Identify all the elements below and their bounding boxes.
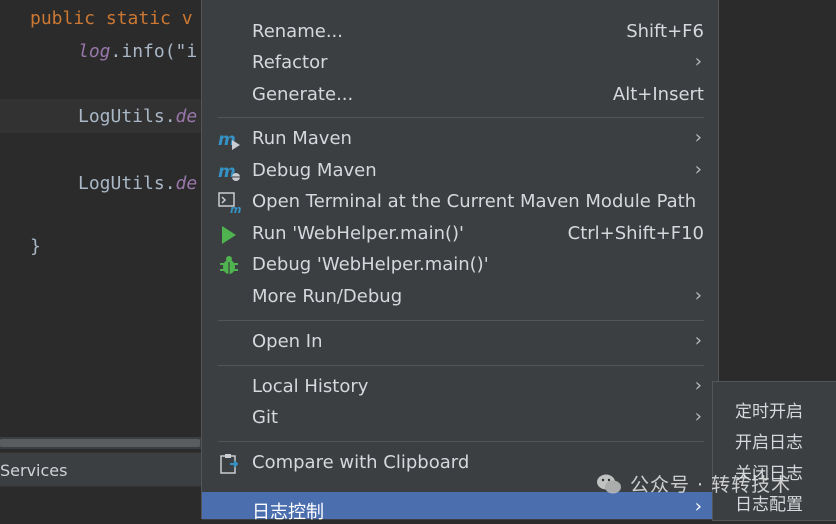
chevron-right-icon: › — [694, 285, 702, 306]
context-menu: Rename... Shift+F6 Refactor › Generate..… — [201, 0, 719, 523]
chevron-right-icon: › — [694, 496, 702, 517]
menu-label: 日志控制 — [252, 502, 324, 523]
maven-debug-icon: m — [218, 161, 242, 183]
run-icon — [218, 224, 242, 246]
menu-item-run-main[interactable]: Run 'WebHelper.main()' Ctrl+Shift+F10 — [202, 219, 718, 250]
code-line-1: public static v — [30, 8, 193, 29]
menu-label: Debug 'WebHelper.main()' — [252, 254, 489, 275]
menu-separator — [218, 441, 704, 442]
menu-label: Rename... — [252, 21, 343, 42]
menu-shortcut: Shift+F6 — [626, 21, 704, 42]
menu-item-refactor[interactable]: Refactor › — [202, 48, 718, 79]
menu-label: Local History — [252, 376, 369, 397]
menu-label: Refactor — [252, 52, 328, 73]
menu-shortcut: Ctrl+Shift+F10 — [567, 223, 704, 244]
maven-run-icon: m — [218, 129, 242, 151]
menu-label: Run Maven — [252, 128, 352, 149]
menu-item-open-terminal-maven[interactable]: m Open Terminal at the Current Maven Mod… — [202, 187, 718, 218]
menu-item-debug-maven[interactable]: m Debug Maven › — [202, 156, 718, 187]
menu-label: Open Terminal at the Current Maven Modul… — [252, 191, 697, 212]
menu-label: Open In — [252, 331, 323, 352]
services-panel-body — [0, 486, 202, 520]
menu-item-more-run-debug[interactable]: More Run/Debug › — [202, 282, 718, 313]
menu-separator — [218, 365, 704, 366]
menu-separator — [218, 320, 704, 321]
submenu-item-scheduled-enable[interactable]: 定时开启 — [735, 397, 803, 422]
code-line-2: log.info("i — [78, 41, 198, 62]
menu-separator — [218, 117, 704, 118]
wechat-icon — [597, 474, 621, 493]
submenu-item-enable-log[interactable]: 开启日志 — [735, 428, 803, 453]
menu-label: Run 'WebHelper.main()' — [252, 223, 464, 244]
svg-text:m: m — [230, 203, 241, 214]
menu-item-generate[interactable]: Generate... Alt+Insert — [202, 80, 718, 111]
wechat-watermark: 公众号 · 转转技术 — [596, 470, 791, 497]
menu-item-rename[interactable]: Rename... Shift+F6 — [202, 17, 718, 48]
chevron-right-icon: › — [694, 406, 702, 427]
chevron-right-icon: › — [694, 127, 702, 148]
menu-item-git[interactable]: Git › — [202, 403, 718, 434]
chevron-right-icon: › — [694, 159, 702, 180]
menu-label: More Run/Debug — [252, 286, 403, 307]
menu-item-run-maven[interactable]: m Run Maven › — [202, 124, 718, 155]
chevron-right-icon: › — [694, 375, 702, 396]
menu-label: Generate... — [252, 84, 354, 105]
menu-item-local-history[interactable]: Local History › — [202, 372, 718, 403]
terminal-maven-icon: m — [218, 192, 242, 216]
menu-item-debug-main[interactable]: Debug 'WebHelper.main()' — [202, 250, 718, 281]
menu-label: Compare with Clipboard — [252, 452, 470, 473]
code-line-3: LogUtils.de — [78, 106, 198, 127]
menu-shortcut: Alt+Insert — [612, 84, 704, 105]
code-line-4: LogUtils.de — [78, 173, 198, 194]
menu-item-open-in[interactable]: Open In › — [202, 327, 718, 358]
menu-label: Debug Maven — [252, 160, 377, 181]
chevron-right-icon: › — [694, 330, 702, 351]
scrollbar-thumb[interactable] — [0, 439, 200, 447]
chevron-right-icon: › — [694, 51, 702, 72]
debug-bug-icon — [218, 255, 242, 277]
compare-clipboard-icon — [218, 453, 242, 475]
log-control-submenu: 定时开启 开启日志 关闭日志 日志配置 — [712, 381, 836, 521]
watermark-text: 公众号 · 转转技术 — [630, 474, 792, 496]
menu-label: Git — [252, 407, 279, 428]
code-line-5: } — [30, 236, 41, 257]
services-tab[interactable]: Services — [0, 461, 67, 480]
